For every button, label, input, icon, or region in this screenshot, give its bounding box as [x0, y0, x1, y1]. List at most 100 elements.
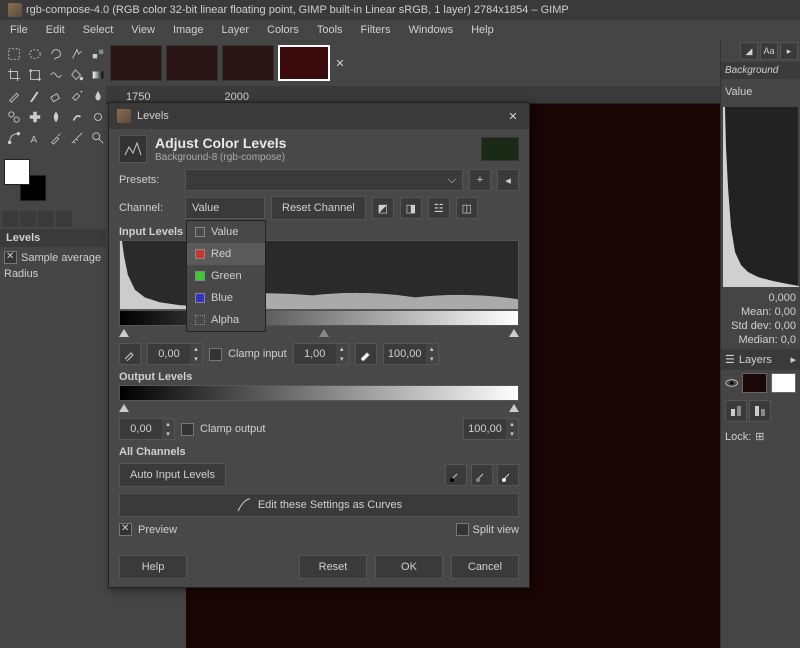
rtab-menu-icon[interactable]: ▸	[780, 42, 798, 60]
menu-filters[interactable]: Filters	[361, 24, 391, 36]
output-low-field[interactable]	[120, 423, 162, 435]
layer-btn-1[interactable]	[725, 400, 747, 422]
picker-all-black-icon[interactable]	[445, 464, 467, 486]
tool-blur[interactable]	[46, 107, 65, 126]
tool-color-picker[interactable]	[46, 128, 65, 147]
clamp-input-checkbox[interactable]	[209, 348, 222, 361]
dock-tab-1[interactable]	[2, 211, 18, 227]
tool-smudge[interactable]	[67, 107, 86, 126]
input-high-field[interactable]	[384, 348, 426, 360]
picker-all-white-icon[interactable]	[497, 464, 519, 486]
thumb-1[interactable]	[110, 45, 162, 81]
sample-average-checkbox[interactable]	[4, 251, 17, 264]
spin-up-icon[interactable]: ▴	[190, 344, 202, 354]
tool-dodge[interactable]	[88, 107, 107, 126]
layer-thumb[interactable]	[742, 373, 767, 393]
layer-btn-2[interactable]	[749, 400, 771, 422]
input-high-spin[interactable]: ▴▾	[383, 343, 439, 365]
gamma-field[interactable]	[294, 348, 336, 360]
cancel-button[interactable]: Cancel	[451, 555, 519, 579]
thumb-3[interactable]	[222, 45, 274, 81]
presets-combo[interactable]: ⌵	[185, 169, 463, 191]
tool-lasso[interactable]	[46, 44, 65, 63]
dock-tab-4[interactable]	[56, 211, 72, 227]
menu-edit[interactable]: Edit	[46, 24, 65, 36]
tool-transform[interactable]	[25, 65, 44, 84]
tool-clone[interactable]	[4, 107, 23, 126]
tool-by-color[interactable]	[88, 44, 107, 63]
reset-button[interactable]: Reset	[299, 555, 367, 579]
spin-down-icon[interactable]: ▾	[190, 354, 202, 364]
tool-crop[interactable]	[4, 65, 23, 84]
tool-gradient[interactable]	[88, 65, 107, 84]
tool-zoom[interactable]	[88, 128, 107, 147]
preset-menu-icon[interactable]: ◂	[497, 169, 519, 191]
tool-warp[interactable]	[46, 65, 65, 84]
dock-tab-2[interactable]	[20, 211, 36, 227]
output-low-spin[interactable]: ▴▾	[119, 418, 175, 440]
fg-color-swatch[interactable]	[4, 159, 30, 185]
dialog-titlebar[interactable]: Levels ✕	[109, 103, 529, 129]
tool-path[interactable]	[4, 128, 23, 147]
visibility-icon[interactable]	[725, 376, 738, 390]
preview-checkbox[interactable]	[119, 523, 132, 536]
layer-row[interactable]	[721, 370, 800, 396]
pick-white-icon[interactable]	[355, 343, 377, 365]
input-low-field[interactable]	[148, 348, 190, 360]
layer-mask-thumb[interactable]	[771, 373, 796, 393]
menu-view[interactable]: View	[131, 24, 155, 36]
channel-combo[interactable]: Value Value Red Green Blue Alpha	[185, 197, 265, 219]
channel-opt-2-icon[interactable]: ◨	[400, 197, 422, 219]
dialog-close-icon[interactable]: ✕	[505, 108, 521, 124]
tool-airbrush[interactable]	[67, 86, 86, 105]
menu-help[interactable]: Help	[471, 24, 494, 36]
tool-rect-select[interactable]	[4, 44, 23, 63]
add-preset-icon[interactable]: +	[469, 169, 491, 191]
reset-channel-button[interactable]: Reset Channel	[271, 196, 366, 220]
tool-bucket[interactable]	[67, 65, 86, 84]
dd-value[interactable]: Value	[187, 221, 265, 243]
tool-pencil[interactable]	[4, 86, 23, 105]
ok-button[interactable]: OK	[375, 555, 443, 579]
tool-fuzzy-select[interactable]	[67, 44, 86, 63]
menu-colors[interactable]: Colors	[267, 24, 299, 36]
pick-black-icon[interactable]	[119, 343, 141, 365]
dd-green[interactable]: Green	[187, 265, 265, 287]
thumb-2[interactable]	[166, 45, 218, 81]
dd-blue[interactable]: Blue	[187, 287, 265, 309]
picker-all-gray-icon[interactable]	[471, 464, 493, 486]
split-view-checkbox[interactable]	[456, 523, 469, 536]
input-low-spin[interactable]: ▴▾	[147, 343, 203, 365]
tool-brush[interactable]	[25, 86, 44, 105]
output-slider[interactable]	[119, 403, 519, 413]
thumb-close-icon[interactable]: ✕	[334, 57, 346, 69]
output-high-spin[interactable]: ▴▾	[463, 418, 519, 440]
tool-eraser[interactable]	[46, 86, 65, 105]
lock-icon[interactable]: ⊞	[755, 430, 764, 443]
help-button[interactable]: Help	[119, 555, 187, 579]
output-high-field[interactable]	[464, 423, 506, 435]
dock-tab-3[interactable]	[38, 211, 54, 227]
dd-red[interactable]: Red	[187, 243, 265, 265]
menu-file[interactable]: File	[10, 24, 28, 36]
channel-opt-1-icon[interactable]: ◩	[372, 197, 394, 219]
channel-opt-3-icon[interactable]: ☳	[428, 197, 450, 219]
menu-windows[interactable]: Windows	[408, 24, 453, 36]
menu-select[interactable]: Select	[83, 24, 114, 36]
rtab-text-icon[interactable]: Aa	[760, 42, 778, 60]
tool-heal[interactable]	[25, 107, 44, 126]
menu-image[interactable]: Image	[173, 24, 204, 36]
tool-ink[interactable]	[88, 86, 107, 105]
edit-as-curves-button[interactable]: Edit these Settings as Curves	[119, 493, 519, 517]
tool-measure[interactable]	[67, 128, 86, 147]
auto-input-levels-button[interactable]: Auto Input Levels	[119, 463, 226, 487]
gamma-spin[interactable]: ▴▾	[293, 343, 349, 365]
thumb-4-active[interactable]	[278, 45, 330, 81]
channel-opt-4-icon[interactable]: ◫	[456, 197, 478, 219]
rtab-histogram-icon[interactable]: ◢	[740, 42, 758, 60]
tool-ellipse-select[interactable]	[25, 44, 44, 63]
color-swatches[interactable]	[4, 159, 46, 201]
menu-tools[interactable]: Tools	[317, 24, 343, 36]
clamp-output-checkbox[interactable]	[181, 423, 194, 436]
tool-text[interactable]: A	[25, 128, 44, 147]
